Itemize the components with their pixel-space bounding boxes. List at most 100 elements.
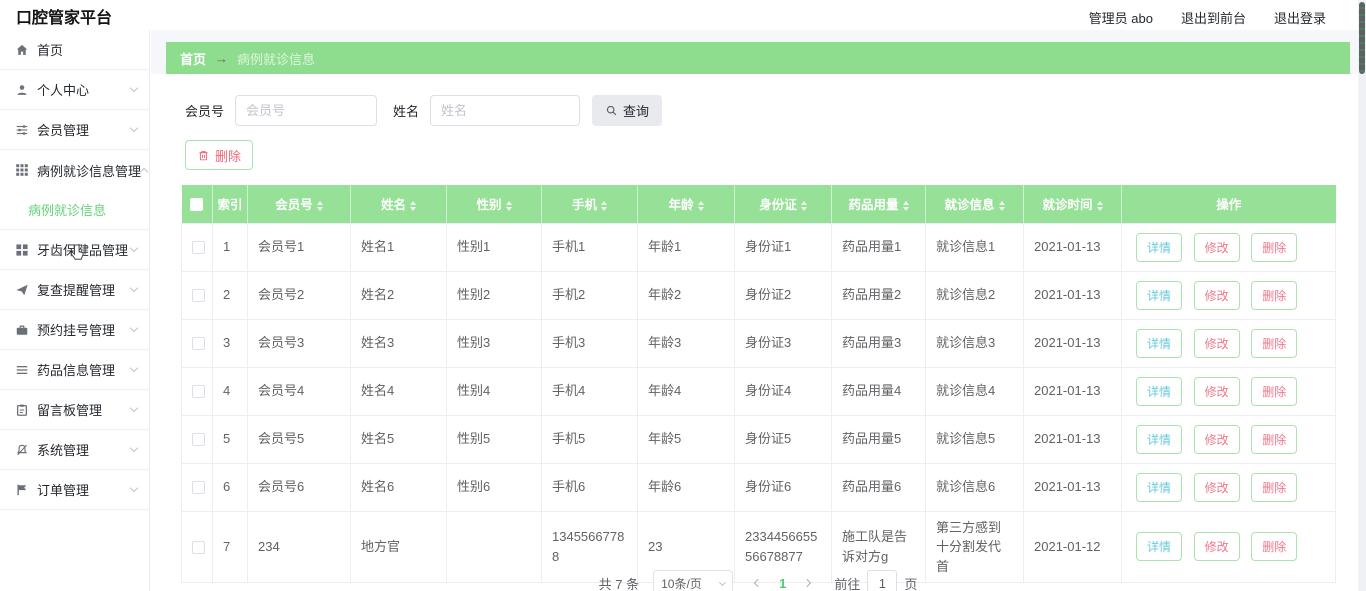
col-phone[interactable]: 手机 <box>541 185 638 223</box>
cell-dosage: 药品用量3 <box>831 318 926 368</box>
edit-button[interactable]: 修改 <box>1193 424 1240 454</box>
cell-visit-date: 2021-01-13 <box>1023 318 1122 368</box>
row-checkbox[interactable] <box>192 385 205 399</box>
sidebar-item-label: 病例就诊信息管理 <box>37 163 142 179</box>
sort-icon[interactable] <box>697 200 704 211</box>
delete-button[interactable]: 删除 <box>1251 280 1298 310</box>
scrollbar[interactable] <box>1358 0 1366 591</box>
sort-icon[interactable] <box>902 200 909 211</box>
edit-button[interactable]: 修改 <box>1193 328 1240 358</box>
cell-name: 姓名6 <box>350 462 447 512</box>
trash-icon <box>199 150 208 160</box>
row-checkbox[interactable] <box>192 337 205 351</box>
paper-plane-icon <box>16 284 28 295</box>
sidebar-item-message-board[interactable]: 留言板管理 <box>0 390 149 430</box>
sidebar-item-appointment-registration[interactable]: 预约挂号管理 <box>0 310 149 350</box>
exit-to-front-link[interactable]: 退出到前台 <box>1181 8 1246 27</box>
cell-phone: 手机5 <box>541 414 638 464</box>
sidebar-item-member-management[interactable]: 会员管理 <box>0 110 149 150</box>
delete-button[interactable]: 删除 <box>1251 328 1298 358</box>
detail-button[interactable]: 详情 <box>1136 328 1183 358</box>
sidebar-item-case-visit-management[interactable]: 病例就诊信息管理 <box>0 150 149 190</box>
chevron-down-icon <box>129 483 139 493</box>
col-age[interactable]: 年龄 <box>637 185 735 223</box>
edit-button[interactable]: 修改 <box>1193 376 1240 406</box>
name-input[interactable] <box>430 95 581 126</box>
chevron-down-icon <box>129 443 139 453</box>
row-checkbox[interactable] <box>192 433 205 447</box>
sidebar-item-dental-products[interactable]: 牙齿保健品管理 <box>0 230 149 270</box>
row-checkbox[interactable] <box>192 241 205 255</box>
filter-bar: 会员号 姓名 查询 <box>185 95 663 126</box>
user-icon <box>17 84 27 95</box>
col-dosage[interactable]: 药品用量 <box>831 185 926 223</box>
table-row: 2 会员号2 姓名2 性别2 手机2 年龄2 身份证2 药品用量2 就诊信息2 … <box>181 270 1336 320</box>
cell-gender: 性别6 <box>446 462 542 512</box>
detail-button[interactable]: 详情 <box>1136 232 1183 262</box>
sidebar-item-drug-info[interactable]: 药品信息管理 <box>0 350 149 390</box>
col-id-card[interactable]: 身份证 <box>734 185 832 223</box>
scrollbar-thumb[interactable] <box>1359 2 1365 74</box>
sort-icon[interactable] <box>1096 200 1103 211</box>
row-checkbox[interactable] <box>192 481 205 495</box>
row-checkbox[interactable] <box>192 289 205 303</box>
col-member-no[interactable]: 会员号 <box>247 185 351 223</box>
cell-member-no: 会员号1 <box>247 222 351 272</box>
sidebar-item-personal-center[interactable]: 个人中心 <box>0 70 149 110</box>
detail-button[interactable]: 详情 <box>1136 532 1183 562</box>
sidebar-item-order-management[interactable]: 订单管理 <box>0 470 149 510</box>
cell-dosage: 药品用量6 <box>831 462 926 512</box>
logout-link[interactable]: 退出登录 <box>1274 8 1326 27</box>
prev-page-icon[interactable] <box>753 578 763 588</box>
sidebar-item-system-management[interactable]: 系统管理 <box>0 430 149 470</box>
sidebar-subitem-label: 病例就诊信息 <box>28 203 107 218</box>
sidebar-subitem-case-visit-info[interactable]: 病例就诊信息 <box>0 190 149 230</box>
search-button[interactable]: 查询 <box>592 95 663 126</box>
sort-icon[interactable] <box>601 200 607 211</box>
app-window: 口腔管家平台 管理员 abo 退出到前台 退出登录 首页 个人中心 会员管理 病… <box>0 0 1366 591</box>
member-no-input[interactable] <box>235 95 378 126</box>
next-page-icon[interactable] <box>803 578 812 588</box>
sidebar-item-home[interactable]: 首页 <box>0 30 149 70</box>
delete-button[interactable]: 删除 <box>1251 472 1298 502</box>
detail-button[interactable]: 详情 <box>1136 424 1183 454</box>
col-gender[interactable]: 性别 <box>446 185 542 223</box>
clipboard-icon <box>16 404 28 416</box>
edit-button[interactable]: 修改 <box>1193 532 1240 562</box>
delete-button[interactable]: 删除 <box>1251 376 1298 406</box>
sidebar-item-review-reminder[interactable]: 复查提醒管理 <box>0 270 149 310</box>
flag-icon <box>17 484 27 495</box>
sort-icon[interactable] <box>800 200 807 211</box>
bulk-delete-label: 删除 <box>215 148 242 164</box>
cell-gender: 性别1 <box>446 222 542 272</box>
cell-gender: 性别3 <box>446 318 542 368</box>
col-visit-info[interactable]: 就诊信息 <box>925 185 1024 223</box>
page-size-select[interactable]: 10条/页 <box>653 570 734 591</box>
app-title: 口腔管家平台 <box>16 10 113 27</box>
detail-button[interactable]: 详情 <box>1136 376 1183 406</box>
delete-button[interactable]: 删除 <box>1251 232 1298 262</box>
col-name[interactable]: 姓名 <box>350 185 447 223</box>
edit-button[interactable]: 修改 <box>1193 472 1240 502</box>
row-checkbox[interactable] <box>192 541 205 555</box>
edit-button[interactable]: 修改 <box>1193 232 1240 262</box>
edit-button[interactable]: 修改 <box>1193 280 1240 310</box>
detail-button[interactable]: 详情 <box>1136 280 1183 310</box>
breadcrumb-home-link[interactable]: 首页 <box>180 49 206 68</box>
bulk-delete-button[interactable]: 删除 <box>185 140 254 170</box>
goto-page-input[interactable] <box>867 570 898 591</box>
sort-icon[interactable] <box>505 200 512 211</box>
sort-icon[interactable] <box>410 200 416 211</box>
sort-icon[interactable] <box>316 200 323 211</box>
delete-button[interactable]: 删除 <box>1251 424 1298 454</box>
col-index[interactable]: 索引 <box>212 185 248 223</box>
select-all-checkbox[interactable] <box>190 197 204 211</box>
table-row: 4 会员号4 姓名4 性别4 手机4 年龄4 身份证4 药品用量4 就诊信息4 … <box>181 366 1336 416</box>
sort-icon[interactable] <box>998 200 1005 211</box>
col-visit-date[interactable]: 就诊时间 <box>1023 185 1122 223</box>
detail-button[interactable]: 详情 <box>1136 472 1183 502</box>
current-page[interactable]: 1 <box>779 576 786 591</box>
delete-button[interactable]: 删除 <box>1251 532 1298 562</box>
cell-age: 年龄2 <box>637 270 735 320</box>
cell-visit-date: 2021-01-13 <box>1023 222 1122 272</box>
